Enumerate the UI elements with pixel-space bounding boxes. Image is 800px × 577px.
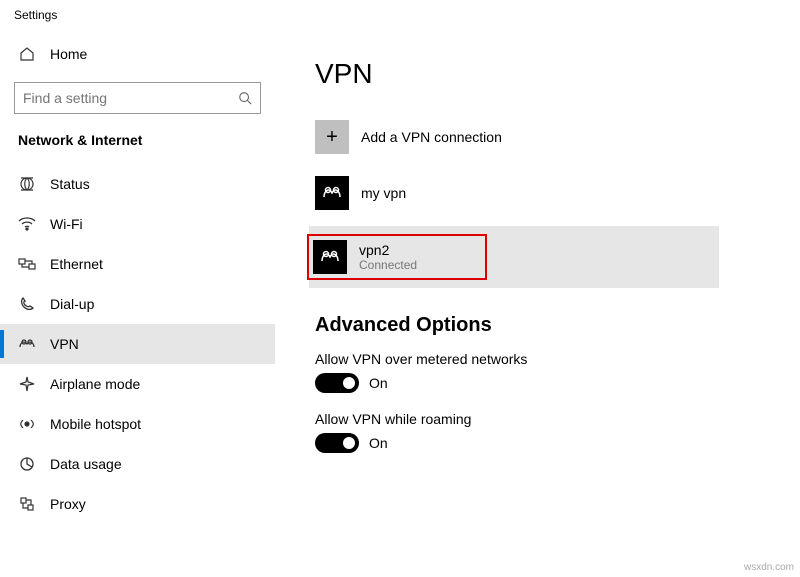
nav-item-ethernet[interactable]: Ethernet [0,244,275,284]
vpn-name: my vpn [361,185,406,201]
vpn-connection-vpn2[interactable]: vpn2 Connected [309,226,719,288]
watermark: wsxdn.com [744,562,794,573]
toggle-metered[interactable] [315,373,359,393]
option-metered-label: Allow VPN over metered networks [315,351,760,367]
airplane-icon [18,376,36,392]
ethernet-icon [18,257,36,271]
toggle-roaming-state: On [369,435,388,451]
add-vpn-button[interactable]: + Add a VPN connection [315,114,760,160]
wifi-icon [18,217,36,231]
toggle-metered-state: On [369,375,388,391]
vpn-name: vpn2 [359,242,417,258]
nav-item-dialup[interactable]: Dial-up [0,284,275,324]
search-input[interactable] [23,90,238,106]
sidebar: Home Network & Internet Status [0,28,275,577]
nav-item-proxy[interactable]: Proxy [0,484,275,524]
nav-item-wifi[interactable]: Wi-Fi [0,204,275,244]
nav-label: Wi-Fi [50,216,83,232]
search-box[interactable] [14,82,261,114]
nav-label: Status [50,176,90,192]
status-icon [18,176,36,192]
advanced-options-heading: Advanced Options [315,314,760,337]
nav-label: Proxy [50,496,86,512]
home-button[interactable]: Home [0,36,275,72]
nav-label: Airplane mode [50,376,140,392]
search-icon [238,91,252,105]
home-label: Home [50,46,87,62]
proxy-icon [18,496,36,512]
nav-label: Mobile hotspot [50,416,141,432]
vpn-icon [18,337,36,351]
vpn-connection-icon [313,240,347,274]
nav-list: Status Wi-Fi Ethernet Dial-up [0,164,275,524]
option-roaming-row: On [315,433,760,453]
datausage-icon [18,456,36,472]
nav-label: Ethernet [50,256,103,272]
vpn-connection-myvpn[interactable]: my vpn [315,170,760,216]
main-container: Home Network & Internet Status [0,28,800,577]
nav-item-airplane[interactable]: Airplane mode [0,364,275,404]
sidebar-heading: Network & Internet [0,126,275,158]
nav-label: VPN [50,336,79,352]
vpn-connection-icon [315,176,349,210]
nav-item-vpn[interactable]: VPN [0,324,275,364]
page-title: VPN [315,58,760,90]
nav-item-status[interactable]: Status [0,164,275,204]
hotspot-icon [18,416,36,432]
add-vpn-label: Add a VPN connection [361,129,502,145]
vpn-status: Connected [359,258,417,272]
dialup-icon [18,296,36,312]
plus-icon: + [315,120,349,154]
nav-item-datausage[interactable]: Data usage [0,444,275,484]
nav-label: Data usage [50,456,122,472]
home-icon [18,46,36,62]
nav-item-hotspot[interactable]: Mobile hotspot [0,404,275,444]
option-metered-row: On [315,373,760,393]
toggle-roaming[interactable] [315,433,359,453]
highlight-box: vpn2 Connected [307,234,487,280]
window-title: Settings [0,0,800,28]
nav-label: Dial-up [50,296,94,312]
option-roaming-label: Allow VPN while roaming [315,411,760,427]
main-content: VPN + Add a VPN connection my vpn vpn2 C… [275,28,800,577]
